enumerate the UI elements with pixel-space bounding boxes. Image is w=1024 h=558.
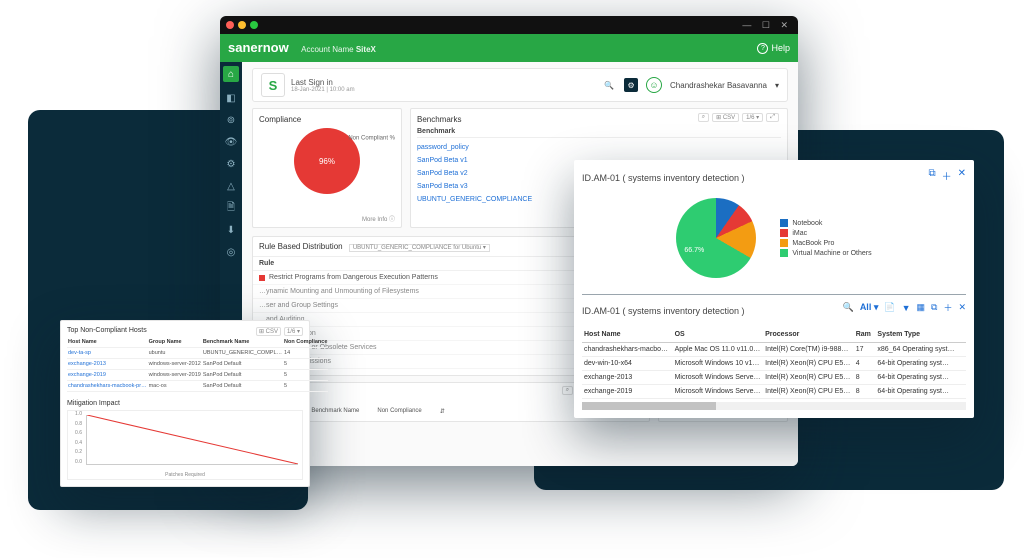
nav-settings-icon[interactable]: ⚙	[225, 158, 237, 170]
app-header: sanernow Account Name SiteX ?Help	[220, 34, 798, 62]
legend-swatch	[780, 219, 788, 227]
brand: sanernow	[228, 40, 289, 55]
app-logo: S	[261, 73, 285, 97]
rule-benchmark-select[interactable]: UBUNTU_GENERIC_COMPLIANCE for Ubuntu ▾	[349, 244, 490, 252]
table-head-row: Host NameOSProcessorRamSystem Type	[582, 327, 966, 343]
close-icon[interactable]: ✕	[780, 20, 792, 30]
nav-dashboard-icon[interactable]: ◧	[225, 92, 237, 104]
more-info-link[interactable]: More Info ⓘ	[362, 214, 395, 223]
table-row[interactable]: exchange-2019Microsoft Windows Server 2……	[582, 385, 966, 399]
legend-swatch	[780, 229, 788, 237]
rule-status-icon	[259, 275, 265, 281]
add-icon[interactable]: ＋	[942, 168, 952, 183]
benchmark-link[interactable]: password_policy	[417, 141, 781, 154]
legend-swatch	[780, 239, 788, 247]
bench-search-icon[interactable]: ⌕	[698, 113, 709, 122]
lp-csv-button[interactable]: ⊞ CSV	[256, 327, 281, 336]
compliance-card: Compliance Non Compliant % 96% More Info…	[252, 108, 402, 228]
nav-download-icon[interactable]: ⬇	[225, 224, 237, 236]
gear-icon[interactable]: ⚙	[624, 78, 638, 92]
user-menu-chevron-icon[interactable]: ▾	[775, 81, 779, 90]
mitigation-chart: 1.00.80.60.40.20.0 Patches Required	[67, 410, 303, 480]
benchmarks-header: Benchmark	[417, 128, 781, 138]
nav-view-icon[interactable]: 👁	[225, 136, 237, 148]
user-name[interactable]: Chandrashekar Basavanna	[670, 81, 767, 90]
last-signin-label: Last Sign in	[291, 78, 355, 87]
rp-detach-icon[interactable]: ⧉	[931, 302, 937, 313]
window-titlebar: — ☐ ✕	[220, 16, 798, 34]
lp-table: Host NameGroup NameBenchmark NameNon Com…	[67, 337, 328, 392]
help-button[interactable]: ?Help	[757, 43, 790, 54]
top-bar: S Last Sign in 18-Jan-2021 | 10:00 am 🔍 …	[252, 68, 788, 102]
rp-close-icon[interactable]: ✕	[958, 302, 966, 313]
rp-search-icon[interactable]: 🔍	[843, 302, 854, 313]
x-axis-label: Patches Required	[68, 472, 302, 478]
rp-title-1: ID.AM-01 ( systems inventory detection )	[582, 173, 745, 183]
account-label: Account Name SiteX	[301, 45, 376, 54]
bench-page-select[interactable]: 1/6 ▾	[742, 113, 763, 122]
table-row[interactable]: chandrashekhars-macbook-…Apple Mac OS 11…	[582, 343, 966, 357]
window-controls[interactable]: — ☐ ✕	[742, 20, 792, 31]
top-noncompliant-panel: ⊞ CSV 1/6 ▾ Top Non-Compliant Hosts Host…	[60, 320, 310, 487]
compliance-title: Compliance	[259, 115, 395, 124]
detach-icon[interactable]: ⧉	[928, 168, 935, 183]
horizontal-scrollbar[interactable]	[582, 402, 966, 410]
y-axis: 1.00.80.60.40.20.0	[70, 411, 82, 465]
compliance-legend: Non Compliant %	[339, 135, 395, 142]
scrollbar-thumb[interactable]	[582, 402, 716, 410]
table-row[interactable]: dev-win-10-x64Microsoft Windows 10 v1903…	[582, 357, 966, 371]
min-dot[interactable]	[238, 21, 246, 29]
table-head-row: Host NameGroup NameBenchmark NameNon Com…	[67, 337, 328, 348]
table-row[interactable]: exchange-2013windows-server-2012SanPod D…	[67, 359, 328, 370]
user-avatar[interactable]: ☺	[646, 77, 662, 93]
rp-add-icon[interactable]: ＋	[943, 301, 952, 314]
lp-page-select[interactable]: 1/6 ▾	[284, 327, 303, 336]
table-row[interactable]: chandrashekhars-macbook-pr…mac-osSanPod …	[67, 381, 328, 392]
close-dot[interactable]	[226, 21, 234, 29]
nav-alerts-icon[interactable]: △	[225, 180, 237, 192]
inventory-detection-panel: ⧉ ＋ ✕ ID.AM-01 ( systems inventory detec…	[574, 160, 974, 418]
nav-target-icon[interactable]: ◎	[225, 246, 237, 258]
inventory-table: Host NameOSProcessorRamSystem Type chand…	[582, 327, 966, 399]
inventory-pie: 66.7%	[676, 198, 756, 278]
rp-export-icon[interactable]: 📄	[884, 302, 895, 313]
table-row[interactable]: exchange-2019windows-server-2019SanPod D…	[67, 370, 328, 381]
legend-swatch	[780, 249, 788, 257]
table-row[interactable]: dev-ta-spubuntuUBUNTU_GENERIC_COMPL…14	[67, 348, 328, 359]
mitigation-title: Mitigation Impact	[67, 400, 303, 407]
line-chart-svg	[87, 415, 298, 464]
table-row[interactable]: exchange-2013Microsoft Windows Server 2……	[582, 371, 966, 385]
max-icon[interactable]: ☐	[762, 20, 774, 30]
rp-grid-icon[interactable]: ▦	[916, 302, 925, 313]
last-signin-value: 18-Jan-2021 | 10:00 am	[291, 87, 355, 93]
nch-search-icon[interactable]: ⌕	[562, 386, 573, 395]
nav-reports-icon[interactable]: 🗎	[225, 202, 237, 214]
nav-scan-icon[interactable]: ⊚	[225, 114, 237, 126]
benchmarks-tools: ⌕ ⊞ CSV 1/6 ▾ ⤢	[698, 113, 779, 122]
pie-legend: Notebook iMac MacBook Pro Virtual Machin…	[780, 217, 871, 259]
search-icon[interactable]: 🔍	[602, 78, 616, 92]
max-dot[interactable]	[250, 21, 258, 29]
min-icon[interactable]: —	[742, 20, 755, 30]
rp-filter-icon[interactable]: ▼	[902, 303, 911, 313]
close-icon[interactable]: ✕	[958, 168, 966, 183]
bench-csv-button[interactable]: ⊞ CSV	[712, 113, 739, 122]
mac-traffic-lights	[226, 21, 258, 29]
bench-expand-icon[interactable]: ⤢	[766, 113, 779, 122]
rp-all-filter[interactable]: All ▾	[860, 302, 879, 313]
rp-title-2: ID.AM-01 ( systems inventory detection )	[582, 306, 745, 316]
nav-home-icon[interactable]: ⌂	[223, 66, 239, 82]
